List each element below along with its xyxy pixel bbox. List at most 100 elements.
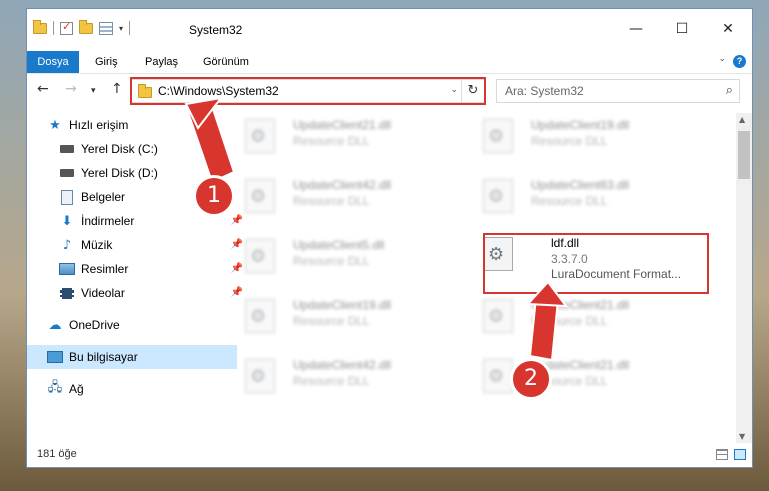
tab-gorunum[interactable]: Görünüm xyxy=(203,51,249,73)
status-bar: 181 öğe xyxy=(27,443,752,467)
file-name: UpdateClient21.dll xyxy=(531,298,630,312)
search-placeholder: Ara: System32 xyxy=(505,84,584,98)
chevron-down-icon[interactable]: ⌄ xyxy=(718,54,726,64)
drive-icon xyxy=(59,142,75,156)
file-name: UpdateClient5.dll xyxy=(293,238,385,252)
title-bar: ▾ System32 — ☐ ✕ xyxy=(27,9,752,49)
minimize-button[interactable]: — xyxy=(613,19,659,39)
file-highlight xyxy=(483,233,709,294)
file-name: UpdateClient42.dll xyxy=(293,358,392,372)
customize-dropdown-icon[interactable]: ▾ xyxy=(119,24,123,33)
properties-icon[interactable] xyxy=(99,21,113,35)
sidebar-item-label: Yerel Disk (D:) xyxy=(81,166,158,180)
sidebar-item-network[interactable]: 🖧 Ağ xyxy=(27,377,237,401)
forward-arrow-icon[interactable]: → xyxy=(65,81,77,97)
tab-paylas[interactable]: Paylaş xyxy=(145,51,178,73)
dll-file-icon xyxy=(245,239,275,273)
dll-file-icon xyxy=(245,359,275,393)
file-description: Resource DLL xyxy=(531,134,608,148)
tab-dosya[interactable]: Dosya xyxy=(27,51,79,73)
list-item[interactable]: UpdateClient21.dll Resource DLL xyxy=(461,293,681,339)
dll-file-icon xyxy=(483,119,513,153)
sidebar-item-label: Videolar xyxy=(81,286,125,300)
file-description: Resource DLL xyxy=(293,254,370,268)
sidebar-item-label: İndirmeler xyxy=(81,214,135,228)
help-icon[interactable]: ? xyxy=(733,55,746,68)
list-item[interactable]: UpdateClient21.dll Resource DLL xyxy=(461,353,681,399)
scroll-down-icon[interactable]: ▼ xyxy=(739,432,745,441)
file-description: Resource DLL xyxy=(531,314,608,328)
details-view-icon[interactable] xyxy=(716,449,728,460)
sidebar-item-label: Ağ xyxy=(69,382,84,396)
list-item[interactable]: UpdateClient42.dll Resource DLL xyxy=(223,353,443,399)
file-description: Resource DLL xyxy=(293,194,370,208)
dll-file-icon xyxy=(245,299,275,333)
tab-giris[interactable]: Giriş xyxy=(95,51,118,73)
sidebar-item-label: Müzik xyxy=(81,238,113,252)
sidebar-item-this-pc[interactable]: Bu bilgisayar xyxy=(27,345,237,369)
video-icon xyxy=(59,286,75,300)
ribbon-tabs: Dosya Giriş Paylaş Görünüm ⌄ ? xyxy=(27,51,752,74)
list-item[interactable]: UpdateClient19.dll Resource DLL xyxy=(223,293,443,339)
dll-file-icon xyxy=(483,179,513,213)
search-icon[interactable]: ⌕ xyxy=(726,83,733,98)
file-description: Resource DLL xyxy=(531,194,608,208)
file-description: Resource DLL xyxy=(293,134,370,148)
dll-file-icon xyxy=(483,299,513,333)
vertical-scrollbar[interactable]: ▲ ▼ xyxy=(736,113,752,443)
star-icon: ★ xyxy=(49,117,61,133)
document-icon xyxy=(59,189,75,205)
navigation-pane: ★ Hızlı erişim Yerel Disk (C:) Yerel Dis… xyxy=(27,113,243,433)
window-title: System32 xyxy=(189,23,243,37)
scroll-up-icon[interactable]: ▲ xyxy=(739,115,745,124)
file-name: UpdateClient21.dll xyxy=(293,118,392,132)
properties-check-icon[interactable] xyxy=(60,20,73,35)
quick-access-toolbar: ▾ xyxy=(33,19,131,35)
file-name: UpdateClient19.dll xyxy=(293,298,392,312)
recent-dropdown-icon[interactable]: ▾ xyxy=(91,86,96,96)
drive-icon xyxy=(59,166,75,180)
divider xyxy=(129,21,131,35)
folder-icon[interactable] xyxy=(33,19,47,34)
sidebar-item-label: OneDrive xyxy=(69,318,120,332)
address-bar-highlight xyxy=(130,77,486,105)
sidebar-item-music[interactable]: ♪ Müzik 📌 xyxy=(27,233,249,257)
list-item[interactable]: UpdateClient5.dll Resource DLL xyxy=(223,233,443,279)
up-arrow-icon[interactable]: ↑ xyxy=(111,81,123,97)
close-button[interactable]: ✕ xyxy=(705,19,751,39)
sidebar-item-label: Bu bilgisayar xyxy=(69,350,138,364)
sidebar-item-onedrive[interactable]: ☁ OneDrive xyxy=(27,313,237,337)
computer-icon xyxy=(47,350,63,364)
list-item[interactable]: UpdateClient63.dll Resource DLL xyxy=(461,173,681,219)
callout-1: 1 xyxy=(193,175,235,217)
file-name: UpdateClient42.dll xyxy=(293,178,392,192)
maximize-button[interactable]: ☐ xyxy=(659,19,705,39)
scrollbar-thumb[interactable] xyxy=(738,131,750,179)
pictures-icon xyxy=(59,262,75,276)
file-name: UpdateClient19.dll xyxy=(531,118,630,132)
sidebar-item-quick-access[interactable]: ★ Hızlı erişim xyxy=(27,113,237,137)
list-item[interactable]: UpdateClient21.dll Resource DLL xyxy=(223,113,443,159)
sidebar-item-label: Resimler xyxy=(81,262,129,276)
download-icon: ⬇ xyxy=(61,213,73,229)
dll-file-icon xyxy=(245,179,275,213)
callout-2: 2 xyxy=(510,358,552,400)
sidebar-item-label: Belgeler xyxy=(81,190,126,204)
sidebar-item-pictures[interactable]: Resimler 📌 xyxy=(27,257,249,281)
file-description: Resource DLL xyxy=(293,374,370,388)
divider xyxy=(53,21,54,35)
network-icon: 🖧 xyxy=(47,380,63,395)
list-item[interactable]: UpdateClient19.dll Resource DLL xyxy=(461,113,681,159)
file-name: UpdateClient63.dll xyxy=(531,178,630,192)
item-count: 181 öğe xyxy=(37,448,77,460)
list-item[interactable]: UpdateClient42.dll Resource DLL xyxy=(223,173,443,219)
sidebar-item-disk-c[interactable]: Yerel Disk (C:) xyxy=(27,137,249,161)
search-input[interactable]: Ara: System32 ⌕ xyxy=(496,79,740,103)
new-folder-icon[interactable] xyxy=(79,19,93,34)
large-icons-view-icon[interactable] xyxy=(734,449,746,460)
sidebar-item-videos[interactable]: Videolar 📌 xyxy=(27,281,249,305)
back-arrow-icon[interactable]: ← xyxy=(37,81,49,97)
cloud-icon: ☁ xyxy=(48,317,62,333)
dll-file-icon xyxy=(483,359,513,393)
music-icon: ♪ xyxy=(62,237,72,253)
